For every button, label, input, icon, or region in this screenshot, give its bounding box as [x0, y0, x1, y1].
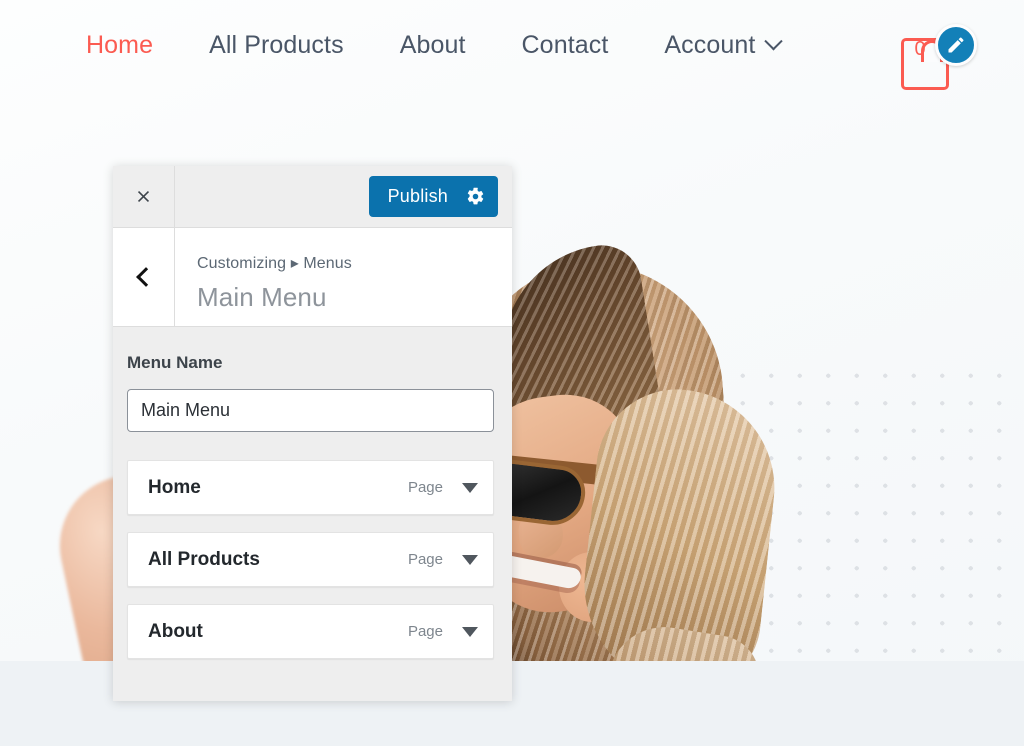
breadcrumb-section[interactable]: Menus: [303, 255, 352, 272]
caret-down-icon[interactable]: [462, 554, 478, 565]
menu-item-type: Page: [407, 623, 443, 640]
chevron-left-icon[interactable]: [113, 228, 175, 326]
menu-item-type: Page: [407, 551, 443, 568]
menu-item-row[interactable]: All Products Page: [127, 532, 494, 587]
nav-link-home[interactable]: Home: [86, 31, 181, 60]
breadcrumb-separator: ▸: [290, 255, 299, 272]
menu-item-label: About: [148, 620, 203, 642]
close-icon[interactable]: [113, 166, 175, 227]
cart-area[interactable]: 0: [896, 24, 986, 108]
breadcrumb: Customizing ▸ Menus: [197, 253, 512, 273]
nav-link-account-label: Account: [664, 30, 756, 59]
nav-link-contact[interactable]: Contact: [494, 31, 637, 60]
customizer-header: Customizing ▸ Menus Main Menu: [113, 228, 512, 327]
menu-item-row[interactable]: About Page: [127, 604, 494, 659]
nav-link-account[interactable]: Account: [636, 30, 784, 60]
menu-item-type: Page: [407, 479, 443, 496]
pencil-icon[interactable]: [935, 24, 977, 66]
customizer-topbar: Publish: [113, 166, 512, 228]
publish-button-label: Publish: [387, 186, 448, 206]
customizer-header-titles: Customizing ▸ Menus Main Menu: [175, 228, 512, 326]
publish-button[interactable]: Publish: [368, 176, 498, 217]
site-navigation: Home All Products About Contact Account: [0, 0, 1024, 148]
customizer-panel: Publish Customizing ▸ Menus Main Menu Me…: [113, 166, 512, 701]
breadcrumb-root[interactable]: Customizing: [197, 255, 286, 272]
customizer-body: Menu Name Home Page All Products Page Ab…: [113, 327, 512, 659]
caret-down-icon[interactable]: [462, 482, 478, 493]
menu-name-input[interactable]: [127, 389, 494, 432]
nav-link-list: Home All Products About Contact Account: [86, 30, 784, 60]
page-title: Main Menu: [197, 282, 327, 312]
nav-link-all-products[interactable]: All Products: [181, 31, 372, 60]
menu-name-label: Menu Name: [127, 353, 223, 372]
gear-icon[interactable]: [466, 187, 485, 206]
menu-item-label: All Products: [148, 548, 260, 570]
menu-item-label: Home: [148, 476, 201, 498]
menu-item-row[interactable]: Home Page: [127, 460, 494, 515]
chevron-down-icon: [764, 31, 784, 50]
hero-photo-woman-sunglasses: [497, 160, 787, 661]
menu-item-list: Home Page All Products Page About Page: [127, 460, 498, 659]
page-root: Home All Products About Contact Account …: [0, 0, 1024, 746]
nav-link-about[interactable]: About: [372, 31, 494, 60]
caret-down-icon[interactable]: [462, 626, 478, 637]
customizer-topbar-actions: Publish: [175, 166, 512, 227]
